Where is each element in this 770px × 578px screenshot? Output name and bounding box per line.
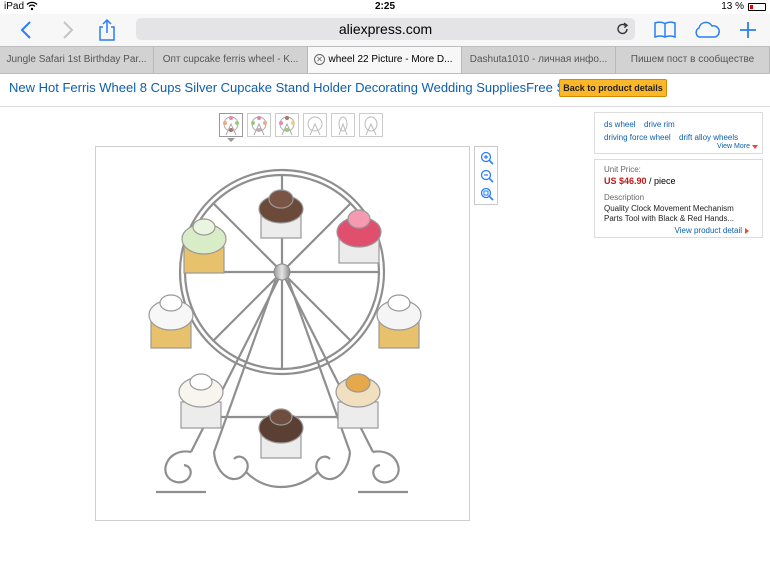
tab-community-post[interactable]: Пишем пост в сообществе: [616, 47, 770, 73]
back-icon[interactable]: [14, 16, 38, 44]
view-product-detail-link[interactable]: View product detail: [675, 226, 742, 235]
forward-icon[interactable]: [56, 16, 80, 44]
view-more-link[interactable]: View More: [717, 143, 750, 150]
tab-label: Jungle Safari 1st Birthday Par...: [6, 54, 147, 65]
thumbnail-3[interactable]: [275, 113, 299, 137]
tag-link[interactable]: driving force wheel: [604, 133, 671, 142]
chevron-down-icon: [752, 145, 758, 149]
zoom-in-icon[interactable]: [480, 151, 494, 165]
tag-link[interactable]: drift alloy wheels: [679, 133, 738, 142]
url-text: aliexpress.com: [338, 21, 433, 37]
header-divider: [0, 106, 770, 107]
tab-wheel-picture[interactable]: ✕ wheel 22 Picture - More D...: [308, 47, 462, 73]
product-image[interactable]: [95, 146, 470, 521]
tab-cupcake-ferris-wheel[interactable]: Опт cupcake ferris wheel - K...: [154, 47, 308, 73]
ferris-wheel-icon: [223, 116, 239, 136]
zoom-fit-icon[interactable]: [480, 187, 494, 201]
bookmarks-icon[interactable]: [652, 16, 678, 44]
tab-dashuta[interactable]: Dashuta1010 - личная инфо...: [462, 47, 616, 73]
unit-price-label: Unit Price:: [604, 165, 641, 174]
thumbnail-6[interactable]: [359, 113, 383, 137]
tab-bar: Jungle Safari 1st Birthday Par... Опт cu…: [0, 46, 770, 74]
price-value: US $46.90: [604, 176, 647, 186]
battery-icon: [748, 3, 766, 11]
back-to-product-button[interactable]: Back to product details: [559, 79, 667, 97]
close-tab-icon[interactable]: ✕: [314, 54, 325, 65]
product-title-link[interactable]: New Hot Ferris Wheel 8 Cups Silver Cupca…: [9, 80, 607, 95]
description-label: Description: [604, 193, 645, 202]
product-info-panel: Unit Price: US $46.90 / piece Descriptio…: [594, 159, 763, 238]
ferris-wheel-cupcake-stand-image: [148, 168, 422, 494]
ferris-wheel-icon: [364, 116, 378, 136]
cloud-tabs-icon[interactable]: [692, 16, 722, 44]
thumbnail-1[interactable]: [219, 113, 243, 137]
thumbnail-4[interactable]: [303, 113, 327, 137]
tag-link[interactable]: drive rim: [644, 120, 675, 129]
thumbnail-selected-caret: [227, 138, 235, 142]
price-unit: / piece: [649, 176, 676, 186]
zoom-out-icon[interactable]: [480, 169, 494, 183]
clock: 2:25: [374, 1, 395, 12]
new-tab-icon[interactable]: [736, 16, 760, 44]
tab-label: Пишем пост в сообществе: [630, 54, 755, 65]
zoom-controls: [474, 146, 498, 205]
chevron-right-icon: [745, 228, 749, 234]
tag-link[interactable]: ds wheel: [604, 120, 636, 129]
related-tags-panel: ds wheel drive rim driving force wheel d…: [594, 112, 763, 154]
tab-label: wheel 22 Picture - More D...: [328, 54, 453, 65]
browser-toolbar: aliexpress.com: [0, 14, 770, 46]
ferris-wheel-icon: [279, 116, 295, 136]
tab-label: Опт cupcake ferris wheel - K...: [162, 54, 299, 65]
thumbnail-5[interactable]: [331, 113, 355, 137]
thumbnail-2[interactable]: [247, 113, 271, 137]
ferris-wheel-icon: [251, 116, 267, 136]
share-icon[interactable]: [95, 16, 119, 44]
ferris-wheel-icon: [338, 116, 348, 136]
tab-label: Dashuta1010 - личная инфо...: [469, 54, 608, 65]
battery-percent: 13 %: [721, 1, 744, 12]
address-bar[interactable]: aliexpress.com: [136, 18, 635, 40]
tab-jungle-safari[interactable]: Jungle Safari 1st Birthday Par...: [0, 47, 154, 73]
ferris-wheel-icon: [307, 116, 323, 136]
price: US $46.90 / piece: [604, 176, 676, 186]
reload-icon[interactable]: [617, 18, 629, 47]
description-text: Quality Clock Movement Mechanism Parts T…: [604, 204, 735, 223]
status-bar: iPad 2:25 13 %: [0, 0, 770, 14]
